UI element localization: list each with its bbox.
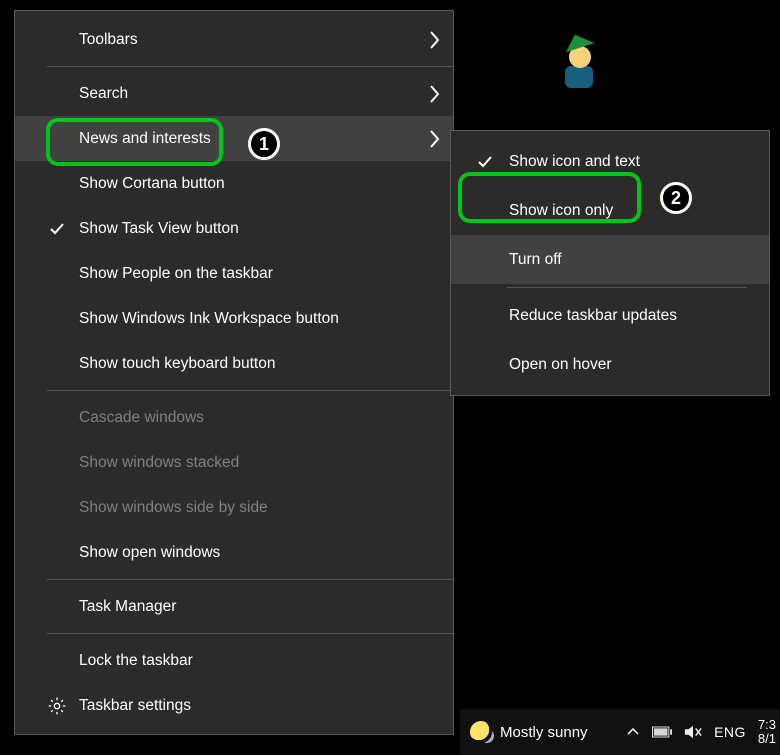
menu-item-show-windows-stacked: Show windows stacked [15,440,453,485]
weather-icon [470,721,492,743]
menu-item-label: Lock the taskbar [79,652,193,670]
submenu-item-open-on-hover[interactable]: Open on hover [451,340,769,389]
menu-item-label: News and interests [79,130,211,148]
menu-item-label: Search [79,85,128,103]
clock-time: 7:3 [758,718,776,732]
menu-item-label: Show Cortana button [79,175,225,193]
assistant-avatar [555,36,603,88]
menu-item-label: Task Manager [79,598,176,616]
menu-item-label: Show open windows [79,544,220,562]
system-tray: ENG 7:3 8/1 [626,718,780,746]
menu-item-label: Show icon and text [509,153,640,171]
menu-separator [507,287,747,288]
menu-separator [47,579,453,580]
chevron-right-icon [429,84,441,104]
menu-item-label: Toolbars [79,31,138,49]
taskbar: Mostly sunny ENG 7:3 8/1 [460,709,780,755]
clock[interactable]: 7:3 8/1 [758,718,776,746]
menu-item-toolbars[interactable]: Toolbars [15,17,453,62]
menu-item-show-people[interactable]: Show People on the taskbar [15,251,453,296]
menu-item-label: Show Task View button [79,220,239,238]
menu-separator [47,633,453,634]
gear-icon [47,696,67,716]
menu-item-show-task-view-button[interactable]: Show Task View button [15,206,453,251]
menu-item-search[interactable]: Search [15,71,453,116]
menu-item-label: Show People on the taskbar [79,265,273,283]
submenu-item-show-icon-only[interactable]: Show icon only [451,186,769,235]
chevron-right-icon [429,129,441,149]
language-indicator[interactable]: ENG [714,724,746,740]
checkmark-icon [47,219,67,239]
menu-item-label: Show windows stacked [79,454,239,472]
news-and-interests-widget[interactable]: Mostly sunny [470,721,588,743]
menu-item-label: Show icon only [509,202,613,220]
battery-icon[interactable] [652,725,672,739]
menu-item-show-ink-workspace[interactable]: Show Windows Ink Workspace button [15,296,453,341]
menu-item-show-open-windows[interactable]: Show open windows [15,530,453,575]
menu-item-label: Show windows side by side [79,499,268,517]
taskbar-context-menu: Toolbars Search News and interests Show … [14,10,454,735]
menu-item-label: Taskbar settings [79,697,191,715]
checkmark-icon [475,152,495,172]
menu-item-lock-taskbar[interactable]: Lock the taskbar [15,638,453,683]
clock-date: 8/1 [758,732,776,746]
menu-item-task-manager[interactable]: Task Manager [15,584,453,629]
menu-item-label: Show touch keyboard button [79,355,275,373]
menu-item-cascade-windows: Cascade windows [15,395,453,440]
menu-item-show-touch-keyboard[interactable]: Show touch keyboard button [15,341,453,386]
menu-item-news-and-interests[interactable]: News and interests [15,116,453,161]
menu-item-show-cortana-button[interactable]: Show Cortana button [15,161,453,206]
menu-item-label: Show Windows Ink Workspace button [79,310,339,328]
menu-item-label: Turn off [509,251,562,269]
volume-muted-icon[interactable] [684,723,702,741]
submenu-item-turn-off[interactable]: Turn off [451,235,769,284]
menu-separator [47,390,453,391]
menu-item-label: Open on hover [509,356,612,374]
tray-overflow-chevron-icon[interactable] [626,725,640,739]
weather-label: Mostly sunny [500,724,588,741]
menu-separator [47,66,453,67]
submenu-item-reduce-updates[interactable]: Reduce taskbar updates [451,291,769,340]
news-and-interests-submenu: Show icon and text Show icon only Turn o… [450,130,770,396]
menu-item-show-windows-side-by-side: Show windows side by side [15,485,453,530]
chevron-right-icon [429,30,441,50]
menu-item-label: Reduce taskbar updates [509,307,677,325]
menu-item-label: Cascade windows [79,409,204,427]
menu-item-taskbar-settings[interactable]: Taskbar settings [15,683,453,728]
submenu-item-show-icon-and-text[interactable]: Show icon and text [451,137,769,186]
